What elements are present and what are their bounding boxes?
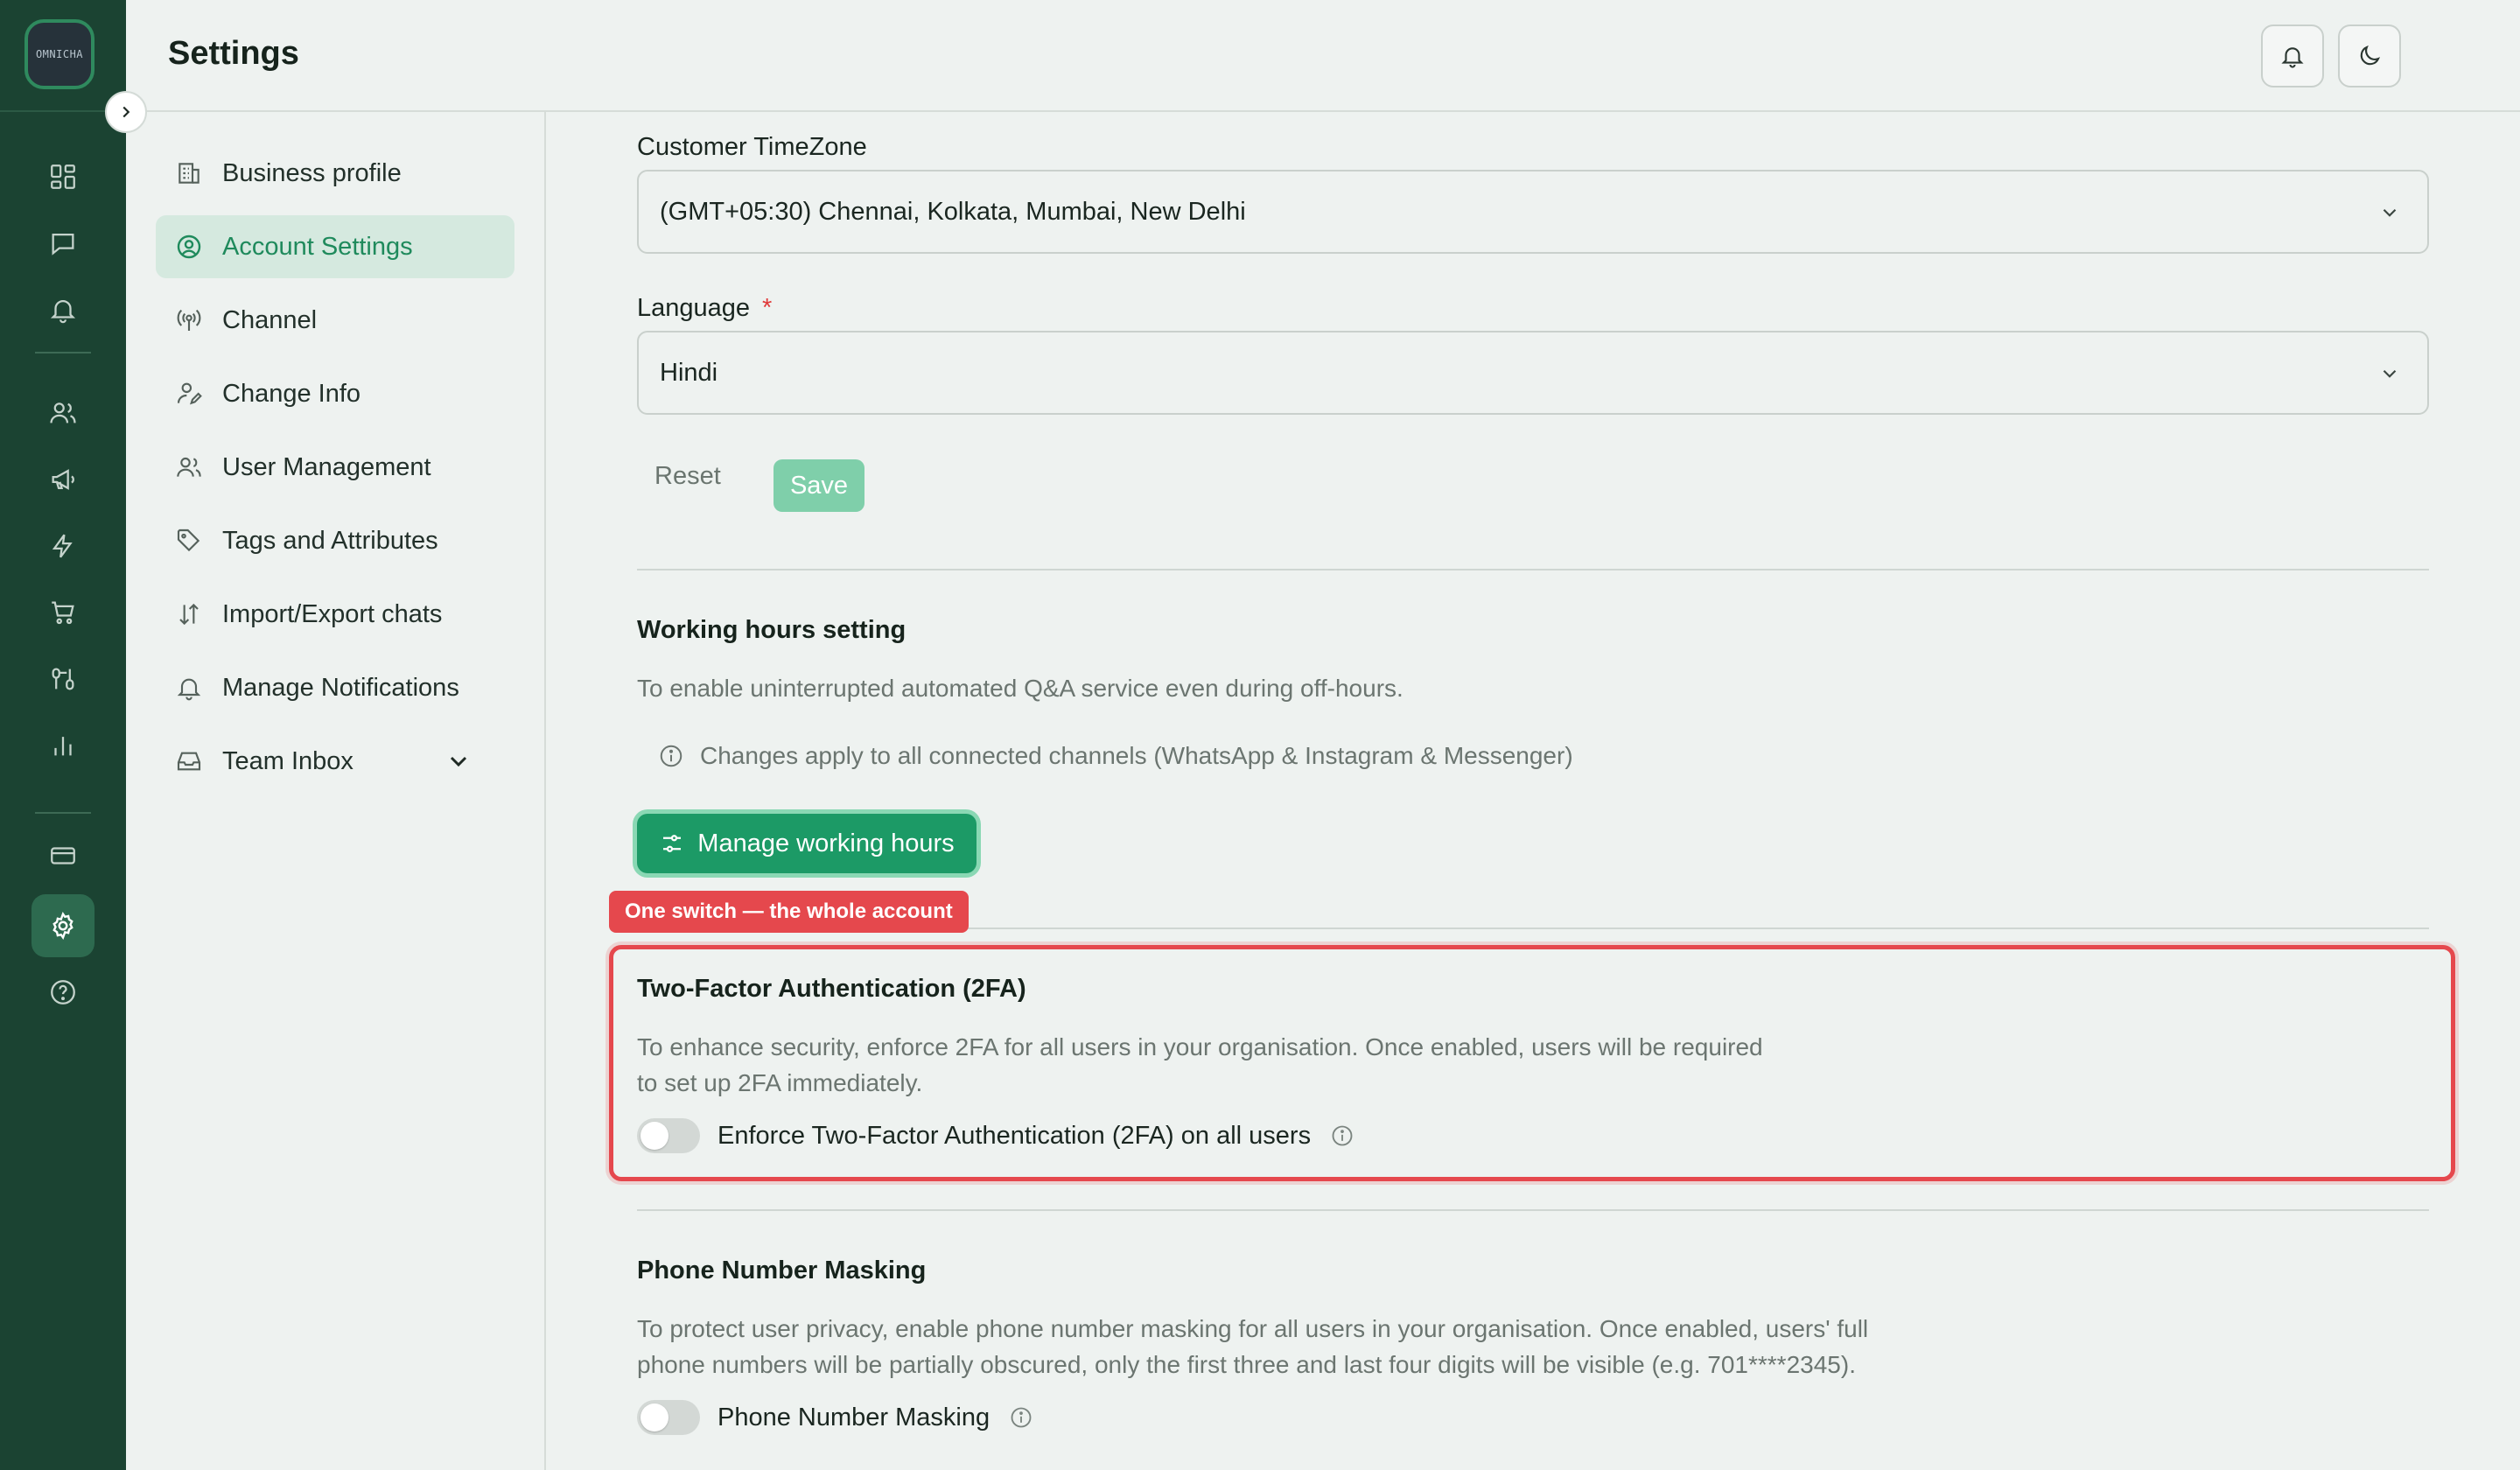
nav-item-import-export-chats[interactable]: Import/Export chats (156, 583, 514, 646)
working-hours-description: To enable uninterrupted automated Q&A se… (637, 675, 1404, 702)
chevron-down-icon (2383, 369, 2397, 378)
nav-label: Channel (222, 305, 318, 334)
gear-icon[interactable] (32, 894, 94, 957)
nav-item-business-profile[interactable]: Business profile (156, 142, 514, 205)
account-settings-content: Customer TimeZone (GMT+05:30) Chennai, K… (548, 114, 2520, 1470)
two-fa-description-line: To enhance security, enforce 2FA for all… (637, 1033, 1763, 1060)
working-hours-note-text: Changes apply to all connected channels … (700, 742, 1573, 769)
chat-icon[interactable] (32, 212, 94, 275)
two-fa-description-line: to set up 2FA immediately. (637, 1069, 923, 1096)
masking-description-line: To protect user privacy, enable phone nu… (637, 1315, 1869, 1342)
flow-icon[interactable] (32, 648, 94, 710)
nav-item-channel[interactable]: Channel (156, 289, 514, 352)
language-label: Language * (637, 294, 772, 323)
masking-toggle-row: Phone Number Masking (637, 1400, 1033, 1435)
broadcast-icon (177, 309, 201, 331)
flash-icon[interactable] (32, 514, 94, 578)
settings-nav: Business profile Account Settings Channe… (126, 112, 546, 1470)
users-icon (177, 457, 201, 477)
save-button[interactable]: Save (774, 459, 864, 512)
working-hours-note: Changes apply to all connected channels … (658, 742, 1573, 770)
timezone-select[interactable]: (GMT+05:30) Chennai, Kolkata, Mumbai, Ne… (637, 170, 2429, 254)
moon-icon (2360, 45, 2381, 66)
phone-masking-label: Phone Number Masking (718, 1403, 990, 1432)
masking-description: To protect user privacy, enable phone nu… (637, 1311, 1868, 1382)
top-header: Settings (126, 0, 2520, 112)
timezone-label: Customer TimeZone (637, 133, 867, 161)
user-circle-icon (177, 234, 201, 259)
working-hours-title: Working hours setting (637, 616, 906, 644)
nav-item-user-management[interactable]: User Management (156, 436, 514, 499)
building-icon (178, 163, 200, 184)
dashboard-icon[interactable] (32, 145, 94, 208)
nav-label: Manage Notifications (222, 673, 459, 702)
megaphone-icon[interactable] (32, 448, 94, 511)
masking-description-line: phone numbers will be partially obscured… (637, 1351, 1856, 1378)
app-logo[interactable]: OMNICHA (24, 19, 94, 89)
notifications-button[interactable] (2261, 24, 2324, 88)
card-icon[interactable] (32, 824, 94, 887)
help-icon[interactable] (32, 961, 94, 1024)
nav-label: Business profile (222, 158, 402, 187)
icon-rail: OMNICHA (0, 0, 126, 1470)
bell-icon (177, 678, 201, 701)
bell-icon (2281, 47, 2304, 68)
rail-separator (35, 812, 91, 814)
two-fa-description: To enhance security, enforce 2FA for all… (637, 1029, 1763, 1101)
analytics-icon[interactable] (32, 714, 94, 777)
two-fa-toggle-row: Enforce Two-Factor Authentication (2FA) … (637, 1118, 1354, 1153)
logo-text: OMNICHA (35, 48, 84, 60)
nav-item-tags-and-attributes[interactable]: Tags and Attributes (156, 509, 514, 572)
dark-mode-button[interactable] (2338, 24, 2401, 88)
language-label-text: Language (637, 294, 751, 322)
two-fa-toggle-label: Enforce Two-Factor Authentication (2FA) … (718, 1121, 1312, 1150)
sliders-icon (663, 835, 682, 852)
info-icon[interactable] (1330, 1124, 1354, 1148)
users-icon[interactable] (32, 382, 94, 444)
collapse-sidebar-button[interactable] (105, 91, 147, 133)
nav-item-change-info[interactable]: Change Info (156, 362, 514, 425)
section-divider (637, 1209, 2429, 1211)
chevron-right-icon (122, 106, 130, 118)
required-mark: * (762, 294, 773, 322)
info-icon (660, 745, 682, 767)
page-title: Settings (168, 35, 299, 72)
chevron-down-icon (2383, 208, 2397, 217)
inbox-icon (177, 752, 201, 771)
nav-label: User Management (222, 452, 431, 481)
two-fa-toggle[interactable] (637, 1118, 700, 1153)
section-divider (637, 569, 2429, 570)
user-edit-icon (177, 382, 202, 405)
arrows-updown-icon (179, 603, 199, 626)
nav-item-manage-notifications[interactable]: Manage Notifications (156, 656, 514, 719)
callout-badge: One switch — the whole account (609, 891, 969, 933)
manage-working-hours-label: Manage working hours (697, 829, 955, 858)
nav-label: Tags and Attributes (222, 526, 438, 555)
info-icon[interactable] (1009, 1405, 1033, 1430)
nav-item-account-settings[interactable]: Account Settings (156, 215, 514, 278)
phone-masking-toggle[interactable] (637, 1400, 700, 1435)
timezone-value: (GMT+05:30) Chennai, Kolkata, Mumbai, Ne… (660, 197, 1246, 226)
tag-icon (177, 528, 200, 552)
nav-label: Import/Export chats (222, 599, 443, 628)
reset-button[interactable]: Reset (654, 462, 721, 491)
chevron-down-icon[interactable] (444, 747, 472, 775)
manage-working-hours-button[interactable]: Manage working hours (637, 814, 976, 873)
language-select[interactable]: Hindi (637, 331, 2429, 415)
nav-item-team-inbox[interactable]: Team Inbox (156, 730, 514, 793)
nav-label: Change Info (222, 379, 361, 408)
cart-icon[interactable] (32, 581, 94, 644)
rail-separator (35, 352, 91, 354)
two-fa-title: Two-Factor Authentication (2FA) (637, 975, 1026, 1003)
nav-label: Account Settings (222, 232, 413, 261)
masking-title: Phone Number Masking (637, 1256, 927, 1284)
bell-icon[interactable] (32, 278, 94, 341)
nav-label: Team Inbox (222, 746, 354, 775)
language-value: Hindi (660, 358, 718, 387)
